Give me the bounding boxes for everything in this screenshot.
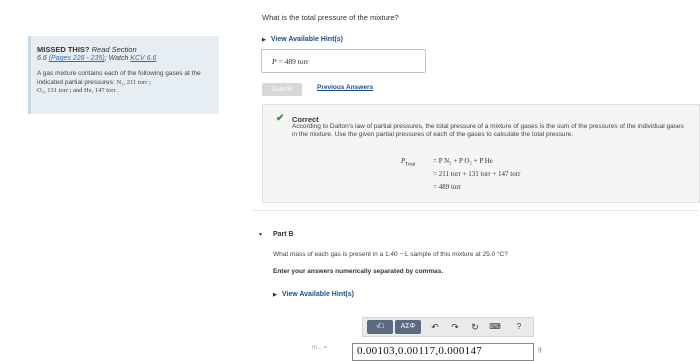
redo-icon[interactable]: ↷ (449, 320, 461, 334)
previous-answers-link[interactable]: Previous Answers (317, 84, 373, 91)
checkmark-icon: ✔ (276, 113, 285, 124)
part-a-hints-toggle[interactable]: ▶ View Available Hint(s) (262, 36, 343, 43)
missed-references: 6.6 (Pages 228 - 235); Watch KCV 6.6 (37, 55, 157, 62)
input-prefix: m... = (312, 345, 328, 351)
part-b-question: What mass of each gas is present in a 1.… (273, 251, 508, 258)
caret-right-icon: ▶ (262, 37, 266, 43)
answer-input[interactable]: 0.00103,0.00117,0.000147 (352, 343, 534, 361)
part-a-question: What is the total pressure of the mixtur… (262, 13, 399, 22)
kcv-link[interactable]: KCV 6.6 (130, 55, 156, 62)
equation-lhs: PTotal (401, 157, 416, 168)
undo-icon[interactable]: ↶ (429, 320, 441, 334)
reset-icon[interactable]: ↻ (469, 320, 481, 334)
greek-symbols-button[interactable]: ΑΣΦ (395, 320, 421, 334)
part-a-answer: P = 489 torr (272, 57, 309, 66)
missed-title: MISSED THIS? Read Section (37, 45, 137, 54)
unit-label: g (538, 346, 542, 353)
equation-line-3: = 489 torr (433, 183, 462, 191)
math-toolbar: √□ ΑΣΦ ↶ ↷ ↻ ⌨ ? (362, 317, 534, 337)
correct-feedback-box (262, 104, 700, 203)
missed-this-panel: MISSED THIS? Read Section 6.6 (Pages 228… (28, 36, 219, 114)
equation-line-1: = P N₂ + P O₂ + P He (433, 157, 493, 165)
submit-button[interactable]: Submit (262, 83, 302, 96)
keyboard-icon[interactable]: ⌨ (489, 320, 501, 334)
part-divider (253, 210, 698, 211)
caret-down-icon[interactable]: ▼ (258, 232, 263, 238)
part-b-hints-toggle[interactable]: ▶ View Available Hint(s) (273, 291, 354, 298)
correct-explanation: According to Dalton's law of partial pre… (292, 123, 684, 138)
part-b-instructions: Enter your answers numerically separated… (273, 268, 444, 275)
templates-button[interactable]: √□ (367, 320, 393, 334)
pages-link[interactable]: (Pages 228 - 235) (49, 55, 105, 62)
help-icon[interactable]: ? (513, 320, 525, 334)
missed-body: A gas mixture contains each of the follo… (37, 70, 201, 94)
caret-right-icon: ▶ (273, 292, 277, 298)
part-b-label[interactable]: Part B (273, 231, 294, 238)
part-a-answer-box: P = 489 torr (261, 49, 426, 73)
equation-line-2: = 211 torr + 131 torr + 147 torr (433, 170, 521, 178)
